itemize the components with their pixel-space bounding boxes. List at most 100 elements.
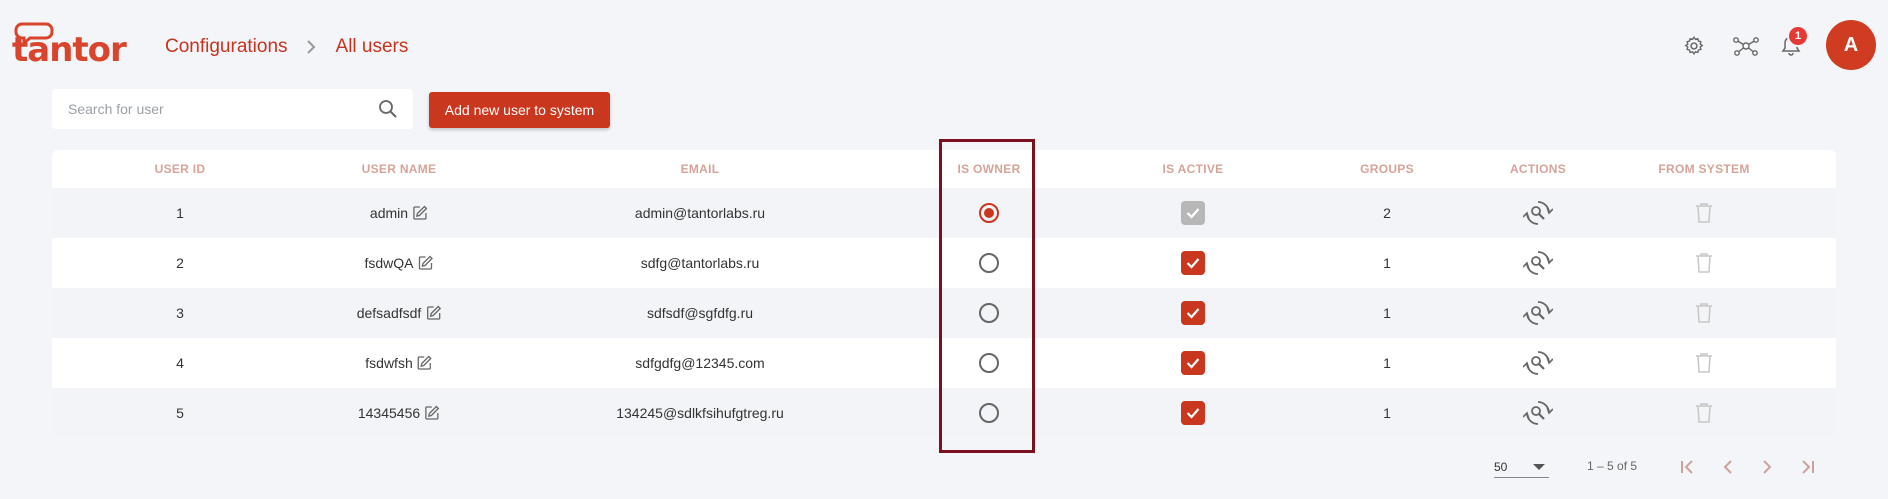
is-owner-radio[interactable] (979, 403, 999, 423)
table-row: 4 fsdwfsh sdfgdfg@12345.com 1 (52, 338, 1836, 388)
cell-email: 134245@sdlkfsihufgtreg.ru (616, 405, 784, 421)
cell-from-system (1695, 288, 1713, 338)
cell-is-active (1181, 288, 1205, 338)
notification-badge: 1 (1787, 25, 1809, 47)
table-row: 1 admin admin@tantorlabs.ru 2 (52, 188, 1836, 238)
edit-icon[interactable] (412, 205, 428, 221)
cell-is-owner (979, 188, 999, 238)
header-user-name[interactable]: USER NAME (362, 150, 437, 188)
edit-icon[interactable] (418, 255, 434, 271)
table-row: 2 fsdwQA sdfg@tantorlabs.ru 1 (52, 238, 1836, 288)
pagination-range: 1 – 5 of 5 (1587, 459, 1638, 473)
avatar[interactable]: A (1826, 20, 1876, 70)
is-active-checkbox[interactable] (1181, 351, 1205, 375)
cell-is-owner (979, 288, 999, 338)
cell-is-active (1181, 188, 1205, 238)
breadcrumb-configurations[interactable]: Configurations (165, 36, 288, 58)
cell-groups: 1 (1383, 305, 1391, 321)
network-icon[interactable] (1733, 33, 1759, 59)
cell-is-owner (979, 338, 999, 388)
user-name-text: defsadfsdf (356, 305, 422, 321)
add-user-button[interactable]: Add new user to system (429, 92, 610, 128)
trash-icon[interactable] (1695, 352, 1713, 374)
logo-text: tantor (12, 30, 127, 70)
chevron-right-icon (306, 40, 316, 54)
cell-user-id: 3 (176, 305, 184, 321)
cell-user-id: 5 (176, 405, 184, 421)
cell-user-name: admin (370, 188, 428, 238)
next-page-button[interactable] (1755, 455, 1779, 479)
edit-icon[interactable] (424, 405, 440, 421)
cell-groups: 1 (1383, 355, 1391, 371)
cell-groups: 1 (1383, 405, 1391, 421)
cell-user-name: fsdwfsh (365, 338, 433, 388)
trash-icon[interactable] (1695, 302, 1713, 324)
header-actions: ACTIONS (1509, 162, 1567, 176)
is-active-checkbox[interactable] (1181, 401, 1205, 425)
cell-actions (1523, 338, 1553, 388)
cell-email: sdfg@tantorlabs.ru (640, 255, 760, 271)
key-rotate-icon[interactable] (1523, 398, 1553, 428)
last-page-icon (1802, 460, 1814, 474)
cell-actions (1523, 188, 1553, 238)
cell-is-owner (979, 238, 999, 288)
header-is-owner[interactable]: IS OWNER (957, 150, 1020, 188)
tantor-logo[interactable]: tantor (12, 22, 127, 70)
table-row: 5 14345456 134245@sdlkfsihufgtreg.ru 1 (52, 388, 1836, 437)
user-name-text: fsdwfsh (365, 355, 413, 371)
search-input[interactable] (52, 101, 377, 117)
prev-page-button[interactable] (1716, 455, 1740, 479)
cell-email: admin@tantorlabs.ru (634, 205, 766, 221)
first-page-button[interactable] (1676, 455, 1700, 479)
search-box (52, 89, 413, 129)
cell-user-id: 2 (176, 255, 184, 271)
last-page-button[interactable] (1795, 455, 1819, 479)
header-email[interactable]: EMAIL (681, 150, 720, 188)
table-header: USER ID USER NAME EMAIL IS OWNER IS ACTI… (52, 150, 1836, 188)
is-owner-radio[interactable] (979, 203, 999, 223)
user-name-text: admin (369, 205, 409, 221)
search-icon[interactable] (377, 98, 399, 120)
cell-actions (1523, 388, 1553, 437)
cell-actions (1523, 288, 1553, 338)
cell-groups: 1 (1383, 255, 1391, 271)
edit-icon[interactable] (425, 305, 441, 321)
users-table: USER ID USER NAME EMAIL IS OWNER IS ACTI… (52, 150, 1836, 437)
is-active-checkbox (1181, 201, 1205, 225)
cell-from-system (1695, 188, 1713, 238)
trash-icon[interactable] (1695, 252, 1713, 274)
is-active-checkbox[interactable] (1181, 251, 1205, 275)
cell-user-name: 14345456 (358, 388, 440, 437)
is-owner-radio[interactable] (979, 253, 999, 273)
cell-user-name: defsadfsdf (357, 288, 442, 338)
cell-is-active (1181, 388, 1205, 437)
header-groups[interactable]: GROUPS (1360, 150, 1414, 188)
cell-is-active (1181, 338, 1205, 388)
key-rotate-icon[interactable] (1523, 348, 1553, 378)
cell-user-id: 4 (176, 355, 184, 371)
cell-email: sdfgdfg@12345.com (635, 355, 765, 371)
header-user-id[interactable]: USER ID (155, 150, 206, 188)
is-owner-radio[interactable] (979, 353, 999, 373)
chevron-left-icon (1723, 460, 1732, 474)
cell-user-name: fsdwQA (364, 238, 433, 288)
cell-actions (1523, 238, 1553, 288)
gear-icon[interactable] (1681, 33, 1707, 59)
header-is-active[interactable]: IS ACTIVE (1163, 150, 1224, 188)
chevron-right-icon (1763, 460, 1772, 474)
key-rotate-icon[interactable] (1523, 198, 1553, 228)
page-size-select[interactable]: 50 (1494, 456, 1549, 478)
table-row: 3 defsadfsdf sdfsdf@sgfdfg.ru 1 (52, 288, 1836, 338)
is-active-checkbox[interactable] (1181, 301, 1205, 325)
cell-user-id: 1 (176, 205, 184, 221)
user-name-text: fsdwQA (364, 255, 414, 271)
is-owner-radio[interactable] (979, 303, 999, 323)
breadcrumb-all-users[interactable]: All users (336, 36, 409, 58)
trash-icon[interactable] (1695, 202, 1713, 224)
breadcrumb: Configurations All users (165, 36, 408, 58)
edit-icon[interactable] (417, 355, 433, 371)
key-rotate-icon[interactable] (1523, 298, 1553, 328)
key-rotate-icon[interactable] (1523, 248, 1553, 278)
trash-icon[interactable] (1695, 402, 1713, 424)
cell-is-active (1181, 238, 1205, 288)
